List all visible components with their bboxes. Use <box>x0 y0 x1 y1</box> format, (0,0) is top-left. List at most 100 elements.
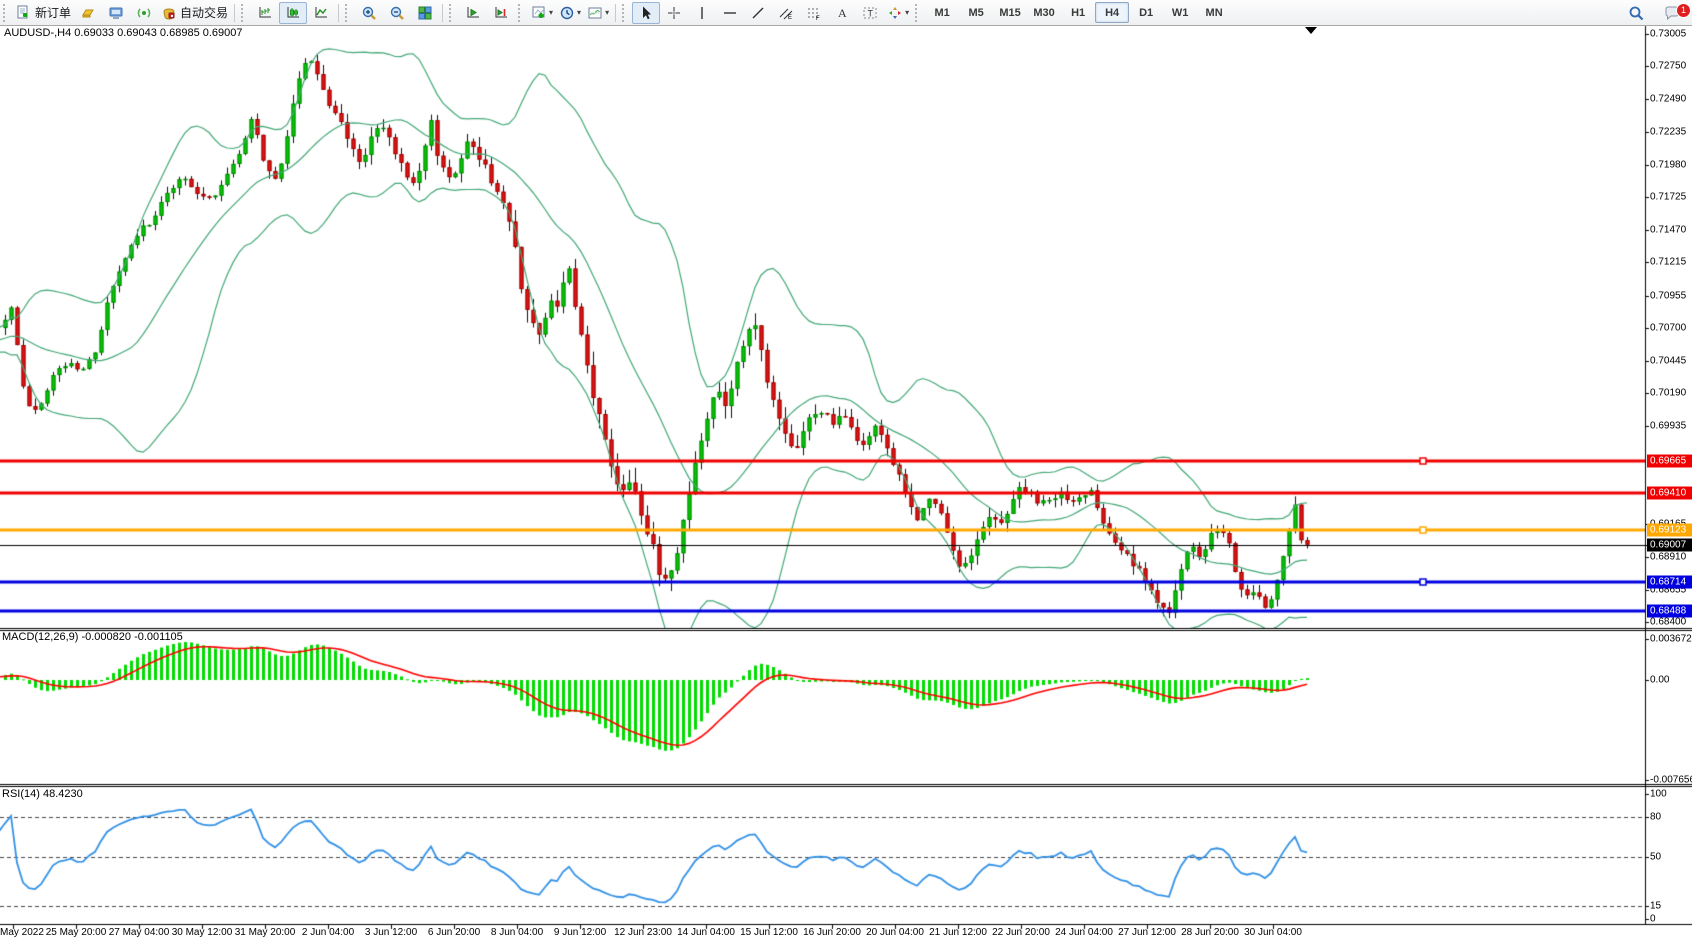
rsi-axis-label: 15 <box>1650 901 1661 912</box>
price-line-label: 0.69123 <box>1647 523 1692 536</box>
timeframe-m30-button[interactable]: M30 <box>1027 2 1061 23</box>
vertical-line-button[interactable] <box>688 2 716 24</box>
terminal-button[interactable] <box>102 2 130 24</box>
rsi-axis-label: 50 <box>1650 852 1661 863</box>
timeframe-h1-button[interactable]: H1 <box>1061 2 1095 23</box>
timeframe-mn-button[interactable]: MN <box>1197 2 1231 23</box>
zoom-toolbar-grip[interactable] <box>345 4 351 22</box>
zoom-out-button[interactable] <box>383 2 411 24</box>
notification-badge: 1 <box>1676 3 1691 18</box>
terminal-icon <box>108 5 124 21</box>
time-axis-label: 9 Jun 12:00 <box>554 927 606 938</box>
periods-button[interactable]: ▾ <box>556 2 584 24</box>
templates-button[interactable]: ▾ <box>584 2 612 24</box>
bar-chart-button[interactable] <box>251 2 279 24</box>
scroll-toolbar-grip[interactable] <box>449 4 455 22</box>
macd-axis-label: 0.00 <box>1650 675 1669 686</box>
timeframe-m5-button[interactable]: M5 <box>959 2 993 23</box>
mt4-window: 新订单 自动交易 ▾ ▾ ▾ EFA T ▾ M1M5M15M30H1H4D1W1MN 1 AUD… <box>0 0 1692 939</box>
line-studies-toolbar-grip[interactable] <box>622 4 628 22</box>
new-order-button[interactable]: 新订单 <box>13 2 74 24</box>
time-axis-label: 31 May 20:00 <box>235 927 296 938</box>
cursor-button[interactable] <box>632 2 660 24</box>
tile-windows-button[interactable] <box>411 2 439 24</box>
time-axis-label: 20 Jun 04:00 <box>866 927 924 938</box>
price-axis-tick-label: 0.69935 <box>1650 421 1686 432</box>
timeframe-m1-button[interactable]: M1 <box>925 2 959 23</box>
time-axis-label: 25 May 20:00 <box>46 927 107 938</box>
fibonacci-button[interactable]: F <box>800 2 828 24</box>
template-icon <box>587 5 603 21</box>
time-axis-label: 12 Jun 23:00 <box>614 927 672 938</box>
macd-axis-label: 0.003672 <box>1650 634 1692 645</box>
auto-trading-icon <box>161 5 177 21</box>
arrows-button[interactable]: ▾ <box>884 2 912 24</box>
auto-trading-button-label: 自动交易 <box>180 4 228 21</box>
bar-chart-icon <box>257 5 273 21</box>
channel-icon: E <box>778 5 794 21</box>
signals-button[interactable] <box>130 2 158 24</box>
price-line-label: 0.68488 <box>1647 604 1692 617</box>
toolbar-right-icons: 1 <box>1622 0 1688 25</box>
price-axis-tick-label: 0.71725 <box>1650 192 1686 203</box>
rsi-indicator-label: RSI(14) 48.4230 <box>2 788 83 800</box>
insert-toolbar-grip[interactable] <box>518 4 524 22</box>
time-axis-label: 28 Jun 20:00 <box>1181 927 1239 938</box>
symbol-ohlc-title: AUDUSD-,H4 0.69033 0.69043 0.68985 0.690… <box>4 27 243 39</box>
signals-icon <box>136 5 152 21</box>
chart-types-toolbar-grip[interactable] <box>241 4 247 22</box>
trendline-button[interactable] <box>744 2 772 24</box>
templates-button-dropdown-arrow-icon[interactable]: ▾ <box>605 8 609 17</box>
line-chart-button[interactable] <box>307 2 335 24</box>
timeframe-m15-button[interactable]: M15 <box>993 2 1027 23</box>
price-line-label: 0.69410 <box>1647 487 1692 500</box>
macd-indicator-label: MACD(12,26,9) -0.000820 -0.001105 <box>2 631 183 643</box>
gold-bar-button[interactable] <box>74 2 102 24</box>
time-axis-label: 30 May 12:00 <box>172 927 233 938</box>
time-axis-label: 27 Jun 12:00 <box>1118 927 1176 938</box>
time-axis-label: 15 Jun 12:00 <box>740 927 798 938</box>
chat-button[interactable]: 1 <box>1658 2 1686 24</box>
periods-toolbar-grip[interactable] <box>915 4 921 22</box>
auto-scroll-button[interactable] <box>459 2 487 24</box>
arrows-button-dropdown-arrow-icon[interactable]: ▾ <box>905 8 909 17</box>
tile-windows-icon <box>417 5 433 21</box>
chart-shift-button[interactable] <box>487 2 515 24</box>
price-line-label: 0.69007 <box>1647 538 1692 551</box>
new-order-icon <box>16 5 32 21</box>
standard-toolbar-grip[interactable] <box>3 4 9 22</box>
candlestick-chart-button[interactable] <box>279 2 307 24</box>
svg-text:T: T <box>868 8 874 18</box>
periods-button-dropdown-arrow-icon[interactable]: ▾ <box>577 8 581 17</box>
text-label-button[interactable]: T <box>856 2 884 24</box>
text-button[interactable]: A <box>828 2 856 24</box>
price-axis-tick-label: 0.71980 <box>1650 159 1686 170</box>
price-axis-tick-label: 0.71215 <box>1650 257 1686 268</box>
text-a-icon: A <box>834 5 850 21</box>
arrows-icon <box>887 5 903 21</box>
timeframe-h4-button[interactable]: H4 <box>1095 2 1129 23</box>
indicators-button[interactable]: ▾ <box>528 2 556 24</box>
time-axis-label: 3 Jun 12:00 <box>365 927 417 938</box>
timeframe-d1-button[interactable]: D1 <box>1129 2 1163 23</box>
rsi-axis-label: 0 <box>1650 914 1656 925</box>
indicators-button-dropdown-arrow-icon[interactable]: ▾ <box>549 8 553 17</box>
crosshair-button[interactable] <box>660 2 688 24</box>
zoom-in-icon <box>361 5 377 21</box>
zoom-in-button[interactable] <box>355 2 383 24</box>
timeframe-w1-button[interactable]: W1 <box>1163 2 1197 23</box>
price-axis-tick-label: 0.70445 <box>1650 355 1686 366</box>
main-chart-canvas[interactable] <box>0 0 1692 939</box>
cursor-icon <box>638 5 654 21</box>
equidistant-channel-button[interactable]: E <box>772 2 800 24</box>
price-axis-tick-label: 0.71470 <box>1650 224 1686 235</box>
price-axis-tick-label: 0.68400 <box>1650 617 1686 628</box>
horizontal-line-button[interactable] <box>716 2 744 24</box>
price-axis-tick-label: 0.70190 <box>1650 388 1686 399</box>
indicators-icon <box>531 5 547 21</box>
auto-trading-button[interactable]: 自动交易 <box>158 2 231 24</box>
search-button[interactable] <box>1622 2 1650 24</box>
time-axis-label: 2 Jun 04:00 <box>302 927 354 938</box>
time-axis-label: 14 Jun 04:00 <box>677 927 735 938</box>
rsi-axis-label: 80 <box>1650 812 1661 823</box>
